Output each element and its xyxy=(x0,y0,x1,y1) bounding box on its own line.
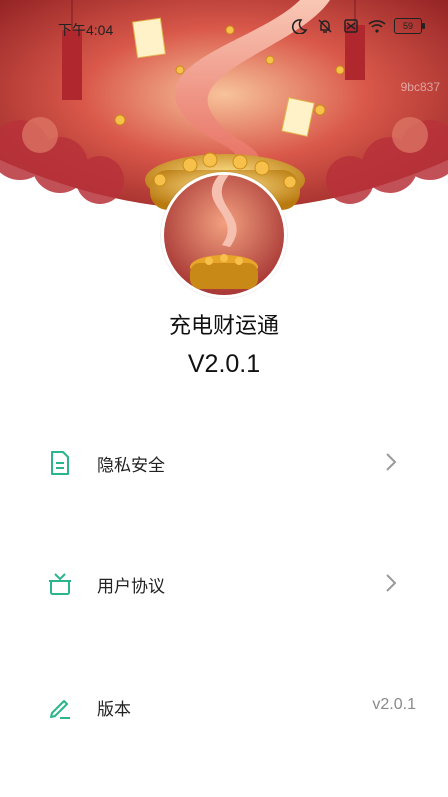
app-version: V2.0.1 xyxy=(187,350,261,378)
gift-icon xyxy=(49,573,71,595)
bell-off-icon xyxy=(318,19,332,33)
wifi-icon xyxy=(368,20,386,33)
chevron-right-icon xyxy=(386,574,397,592)
document-icon xyxy=(51,451,69,475)
sim-off-icon xyxy=(344,19,358,33)
moon-icon xyxy=(291,19,308,34)
app-name: 充电财运通 xyxy=(168,314,279,339)
menu-item-user-agreement[interactable]: 用户协议 xyxy=(0,556,448,612)
menu-item-version[interactable]: 版本 v2.0.1 xyxy=(0,679,448,735)
status-time: 下午4:04 xyxy=(58,22,114,38)
version-value: v2.0.1 xyxy=(372,696,416,713)
menu-item-label: 隐私安全 xyxy=(97,456,165,476)
watermark: 9bc837 xyxy=(400,80,440,94)
pencil-icon xyxy=(50,700,70,719)
app-icon xyxy=(161,172,287,298)
menu-item-privacy[interactable]: 隐私安全 xyxy=(0,435,448,491)
menu-item-label: 用户协议 xyxy=(97,577,165,597)
battery-icon: 59 xyxy=(394,18,425,34)
chevron-right-icon xyxy=(386,453,397,471)
status-bar: 下午4:04 59 xyxy=(0,0,448,44)
menu-item-label: 版本 xyxy=(97,700,131,720)
